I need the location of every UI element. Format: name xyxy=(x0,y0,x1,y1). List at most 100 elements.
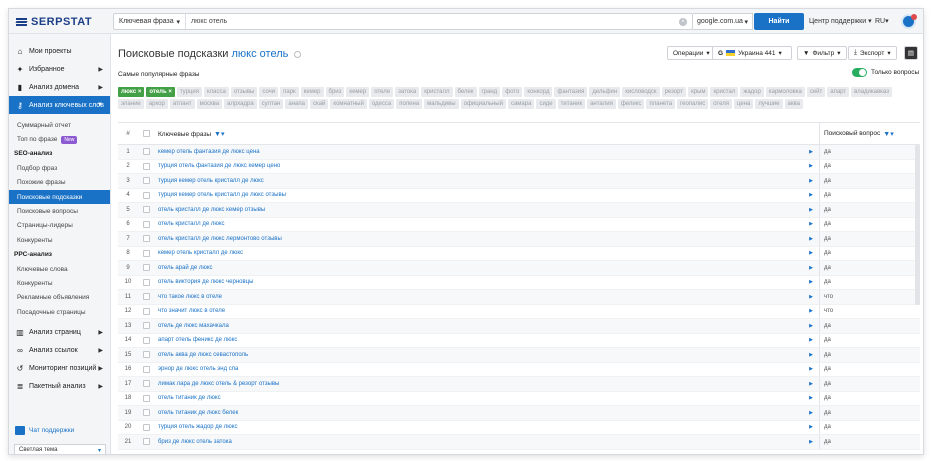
keyword-link[interactable]: что значит люкс в отеле xyxy=(158,308,225,314)
expand-arrow-icon[interactable]: ▶ xyxy=(809,250,813,256)
expand-arrow-icon[interactable]: ▶ xyxy=(809,410,813,416)
phrase-tag[interactable]: цена xyxy=(734,99,754,109)
expand-arrow-icon[interactable]: ▶ xyxy=(809,149,813,155)
phrase-tag[interactable]: белек xyxy=(454,87,477,97)
expand-arrow-icon[interactable]: ▶ xyxy=(809,323,813,329)
phrase-tag[interactable]: комнатный xyxy=(330,99,367,109)
expand-arrow-icon[interactable]: ▶ xyxy=(809,236,813,242)
phrase-tag[interactable]: затока xyxy=(395,87,420,97)
expand-arrow-icon[interactable]: ▶ xyxy=(809,424,813,430)
phrase-tag[interactable]: конкорд xyxy=(524,87,553,97)
support-chat-link[interactable]: Чат поддержки xyxy=(15,426,74,435)
row-checkbox[interactable] xyxy=(142,191,150,199)
expand-arrow-icon[interactable]: ▶ xyxy=(809,178,813,184)
row-checkbox[interactable] xyxy=(142,148,150,156)
sidebar-subitem-phrase-selection[interactable]: Подбор фраз xyxy=(9,161,110,175)
scrollbar[interactable] xyxy=(915,145,920,305)
language-select[interactable]: RU▾ xyxy=(875,17,889,25)
phrase-tag[interactable]: отзывы xyxy=(230,87,258,97)
phrase-tag[interactable]: крым xyxy=(688,87,709,97)
phrase-tag[interactable]: кармоловка xyxy=(765,87,805,97)
expand-arrow-icon[interactable]: ▶ xyxy=(809,381,813,387)
sidebar-item-favorites[interactable]: ✦ Избранное ▶ xyxy=(9,60,110,78)
phrase-tag[interactable]: владикавказ xyxy=(851,87,892,97)
phrase-tag[interactable]: официальный xyxy=(460,99,506,109)
row-checkbox[interactable] xyxy=(142,249,150,257)
phrase-tag[interactable]: геопалис xyxy=(677,99,709,109)
sidebar-item-batch-analysis[interactable]: ≣ Пакетный анализ ▶ xyxy=(9,377,110,395)
clear-icon[interactable]: × xyxy=(679,17,687,26)
keyword-link[interactable]: турция отель жадор де люкс xyxy=(158,424,238,430)
sidebar-subitem-similar-phrases[interactable]: Похожие фразы xyxy=(9,176,110,190)
phrase-tag[interactable]: турция xyxy=(176,87,202,97)
expand-arrow-icon[interactable]: ▶ xyxy=(809,265,813,271)
phrase-tag[interactable]: полена xyxy=(396,99,423,109)
operations-button[interactable]: Операции ▾ xyxy=(667,46,716,60)
expand-arrow-icon[interactable]: ▶ xyxy=(809,192,813,198)
expand-arrow-icon[interactable]: ▶ xyxy=(809,279,813,285)
phrase-tag[interactable]: класса xyxy=(203,87,229,97)
sidebar-subitem-landing-pages[interactable]: Посадочные страницы xyxy=(9,305,110,319)
theme-select[interactable]: Светлая тема ▾ xyxy=(14,444,106,454)
expand-arrow-icon[interactable]: ▶ xyxy=(809,366,813,372)
phrase-tag[interactable]: сиде xyxy=(536,99,556,109)
expand-arrow-icon[interactable]: ▶ xyxy=(809,337,813,343)
find-button[interactable]: Найти xyxy=(754,13,804,30)
search-type-select[interactable]: Ключевая фраза ▾ xyxy=(114,14,186,29)
expand-arrow-icon[interactable]: ▶ xyxy=(809,308,813,314)
keyword-link[interactable]: отель арай де люкс xyxy=(158,265,213,271)
phrase-tag[interactable]: аква xyxy=(784,99,803,109)
row-checkbox[interactable] xyxy=(142,177,150,185)
row-checkbox[interactable] xyxy=(142,293,150,301)
phrase-tag[interactable]: одесса xyxy=(368,99,395,109)
phrase-tag[interactable]: самара xyxy=(507,99,535,109)
row-checkbox[interactable] xyxy=(142,278,150,286)
row-checkbox[interactable] xyxy=(142,336,150,344)
phrase-tag[interactable]: дельфин xyxy=(589,87,621,97)
expand-arrow-icon[interactable]: ▶ xyxy=(809,352,813,358)
sidebar-item-projects[interactable]: ⌂ Мои проекты xyxy=(9,42,110,60)
row-checkbox[interactable] xyxy=(142,351,150,359)
phrase-tag[interactable]: отеле xyxy=(371,87,394,97)
row-checkbox[interactable] xyxy=(142,365,150,373)
phrase-tag[interactable]: москва xyxy=(196,99,223,109)
expand-arrow-icon[interactable]: ▶ xyxy=(809,294,813,300)
keyword-link[interactable]: отель виктория де люкс черновцы xyxy=(158,279,253,285)
select-all-checkbox[interactable] xyxy=(142,130,150,137)
sidebar-subitem-search-suggestions[interactable]: Поисковые подсказки xyxy=(9,189,110,205)
phrase-tag[interactable]: отеля xyxy=(710,99,732,109)
keyword-link[interactable]: кемер отель фантазия де люкс цена xyxy=(158,149,260,155)
sidebar-item-domain-analysis[interactable]: ▮ Анализ домена ▶ xyxy=(9,78,110,96)
phrase-tag[interactable]: фантазия xyxy=(554,87,588,97)
phrase-tag[interactable]: титаник xyxy=(557,99,586,109)
sidebar-subitem-summary[interactable]: Суммарный отчет xyxy=(9,118,110,132)
search-input[interactable] xyxy=(186,14,679,29)
phrase-tag[interactable]: бриз xyxy=(325,87,345,97)
keyword-link[interactable]: турция отель фантазия де люкс кемер цено xyxy=(158,163,280,169)
expand-arrow-icon[interactable]: ▶ xyxy=(809,439,813,445)
support-center-menu[interactable]: Центр поддержки ▾ xyxy=(809,17,872,25)
row-checkbox[interactable] xyxy=(142,423,150,431)
export-button[interactable]: ⤓ Экспорт ▾ xyxy=(848,46,897,60)
phrase-tag[interactable]: султан xyxy=(258,99,284,109)
sidebar-item-page-analysis[interactable]: ▥ Анализ страниц ▶ xyxy=(9,323,110,341)
row-checkbox[interactable] xyxy=(142,162,150,170)
active-tag[interactable]: отель × xyxy=(146,87,175,97)
toggle-switch[interactable] xyxy=(852,68,867,77)
phrase-tag[interactable]: элание xyxy=(118,99,144,109)
only-questions-toggle[interactable]: Только вопросы xyxy=(852,68,919,77)
region-select[interactable]: G Украина 441 ▾ xyxy=(712,46,792,60)
phrase-tag[interactable]: анталия xyxy=(587,99,616,109)
row-checkbox[interactable] xyxy=(142,206,150,214)
row-checkbox[interactable] xyxy=(142,264,150,272)
keyword-link[interactable]: отель кристалл де люкс кемер отзывы xyxy=(158,207,265,213)
phrase-tag[interactable]: алрхадра xyxy=(224,99,257,109)
row-checkbox[interactable] xyxy=(142,235,150,243)
database-select[interactable]: google.com.ua ▾ xyxy=(693,13,753,30)
phrase-tag[interactable]: мальдивы xyxy=(424,99,459,109)
row-checkbox[interactable] xyxy=(142,409,150,417)
phrase-tag[interactable]: планета xyxy=(646,99,676,109)
filter-icon[interactable]: ▼▾ xyxy=(883,130,893,138)
keyword-link[interactable]: кемер отель кристалл де люкс xyxy=(158,250,243,256)
phrase-tag[interactable]: кемер xyxy=(346,87,370,97)
